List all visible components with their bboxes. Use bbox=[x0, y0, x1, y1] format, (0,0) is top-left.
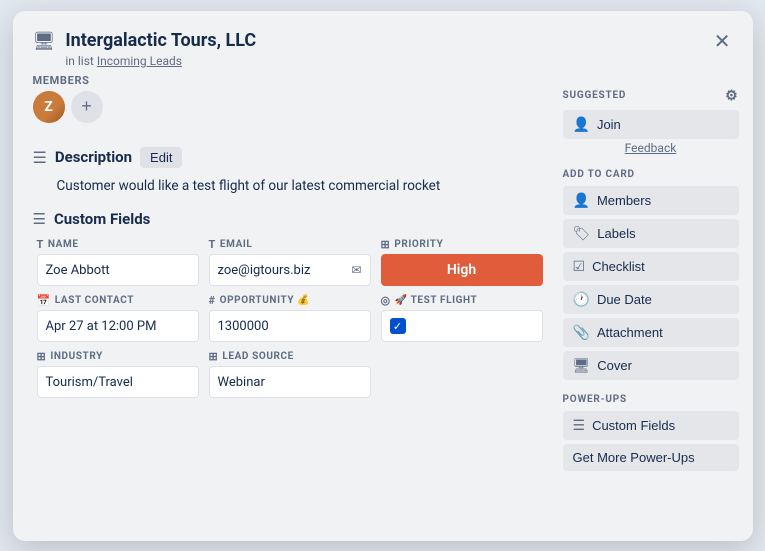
join-icon: 👤 bbox=[573, 116, 590, 133]
card-icon: 🖥 bbox=[33, 31, 56, 52]
card-modal: 🖥 Intergalactic Tours, LLC in list Incom… bbox=[13, 11, 753, 541]
cf-industry-value[interactable]: Tourism/Travel bbox=[37, 366, 199, 398]
members-button[interactable]: 👤 Members bbox=[563, 186, 739, 215]
cf-last-contact-label: 📅 LAST CONTACT bbox=[37, 294, 199, 307]
cf-industry-field: ⊞ INDUSTRY Tourism/Travel bbox=[37, 350, 199, 398]
custom-fields-power-up-button[interactable]: ☰ Custom Fields bbox=[563, 411, 739, 440]
cf-opportunity-icon: # bbox=[209, 294, 216, 307]
due-date-button[interactable]: 🕐 Due Date bbox=[563, 285, 739, 314]
labels-button[interactable]: 🏷 Labels bbox=[563, 219, 739, 248]
cf-test-flight-label: ◎ 🚀 TEST FLIGHT bbox=[381, 294, 543, 307]
cf-last-contact-value[interactable]: Apr 27 at 12:00 PM bbox=[37, 310, 199, 342]
edit-description-button[interactable]: Edit bbox=[140, 147, 182, 168]
checklist-button[interactable]: ☑ Checklist bbox=[563, 252, 739, 281]
cf-email-label: T EMAIL bbox=[209, 238, 371, 251]
cf-priority-field: ⊞ PRIORITY High bbox=[381, 238, 543, 286]
add-member-button[interactable]: + bbox=[71, 91, 103, 123]
members-list: Z + bbox=[33, 91, 543, 137]
add-to-card-label: ADD TO CARD bbox=[563, 169, 739, 180]
cf-lead-source-field: ⊞ LEAD SOURCE Webinar bbox=[209, 350, 371, 398]
custom-fields-section: ☰ Custom Fields T NAME Zoe Abbott bbox=[33, 210, 543, 398]
cf-email-field: T EMAIL zoe@igtours.biz ✉ bbox=[209, 238, 371, 286]
modal-header: 🖥 Intergalactic Tours, LLC in list Incom… bbox=[13, 11, 753, 74]
cf-lead-source-icon: ⊞ bbox=[209, 350, 219, 363]
description-icon: ☰ bbox=[33, 148, 47, 167]
join-button[interactable]: 👤 Join bbox=[563, 110, 739, 139]
labels-icon: 🏷 bbox=[573, 225, 591, 242]
cf-opportunity-field: # OPPORTUNITY 💰 1300000 bbox=[209, 294, 371, 342]
cf-priority-label: ⊞ PRIORITY bbox=[381, 238, 543, 251]
sidebar: SUGGESTED ⚙ 👤 Join Feedback ADD TO CARD … bbox=[563, 74, 753, 541]
attachment-button[interactable]: 📎 Attachment bbox=[563, 318, 739, 347]
cf-last-contact-icon: 📅 bbox=[37, 294, 51, 307]
cf-test-flight-field: ◎ 🚀 TEST FLIGHT ✓ bbox=[381, 294, 543, 342]
cf-grid: T NAME Zoe Abbott T EMAIL zoe@igtours.bi… bbox=[33, 238, 543, 398]
description-section: ☰ Description Edit Customer would like a… bbox=[33, 147, 543, 196]
desc-header: ☰ Description Edit bbox=[33, 147, 543, 168]
description-text: Customer would like a test flight of our… bbox=[33, 176, 543, 196]
in-list-text: in list Incoming Leads bbox=[65, 54, 732, 68]
suggested-label: SUGGESTED ⚙ bbox=[563, 88, 739, 104]
cf-name-label: T NAME bbox=[37, 238, 199, 251]
checkbox-checked-icon: ✓ bbox=[390, 318, 406, 334]
due-date-icon: 🕐 bbox=[573, 291, 590, 308]
get-more-power-ups-button[interactable]: Get More Power-Ups bbox=[563, 444, 739, 471]
cover-icon: 🖥 bbox=[573, 357, 591, 374]
cf-lead-source-value[interactable]: Webinar bbox=[209, 366, 371, 398]
description-title: Description bbox=[55, 148, 132, 166]
cf-priority-value[interactable]: High bbox=[381, 254, 543, 286]
title-block: Intergalactic Tours, LLC in list Incomin… bbox=[65, 29, 732, 68]
cf-name-field: T NAME Zoe Abbott bbox=[37, 238, 199, 286]
custom-fields-icon: ☰ bbox=[33, 210, 46, 228]
cf-lead-source-label: ⊞ LEAD SOURCE bbox=[209, 350, 371, 363]
cf-last-contact-field: 📅 LAST CONTACT Apr 27 at 12:00 PM bbox=[37, 294, 199, 342]
cf-email-icon: T bbox=[209, 238, 216, 251]
checklist-icon: ☑ bbox=[573, 258, 586, 275]
cover-button[interactable]: 🖥 Cover bbox=[563, 351, 739, 380]
feedback-link[interactable]: Feedback bbox=[563, 141, 739, 155]
custom-fields-title: Custom Fields bbox=[54, 210, 150, 228]
cf-test-flight-value[interactable]: ✓ bbox=[381, 310, 543, 342]
avatar-face: Z bbox=[33, 91, 65, 123]
avatar[interactable]: Z bbox=[33, 91, 65, 123]
power-ups-label: POWER-UPS bbox=[563, 394, 739, 405]
cf-opportunity-value[interactable]: 1300000 bbox=[209, 310, 371, 342]
cf-header: ☰ Custom Fields bbox=[33, 210, 543, 228]
cf-priority-icon: ⊞ bbox=[381, 238, 391, 251]
cf-industry-icon: ⊞ bbox=[37, 350, 47, 363]
cf-industry-label: ⊞ INDUSTRY bbox=[37, 350, 199, 363]
modal-body: MEMBERS Z + ☰ Description Edit Customer … bbox=[13, 74, 753, 541]
cf-email-value[interactable]: zoe@igtours.biz ✉ bbox=[209, 254, 371, 286]
list-link[interactable]: Incoming Leads bbox=[97, 54, 182, 68]
card-title: Intergalactic Tours, LLC bbox=[65, 29, 732, 52]
members-label: MEMBERS bbox=[33, 74, 543, 87]
gear-icon[interactable]: ⚙ bbox=[725, 88, 738, 104]
cf-name-icon: T bbox=[37, 238, 44, 251]
main-column: MEMBERS Z + ☰ Description Edit Customer … bbox=[13, 74, 563, 541]
cf-opportunity-label: # OPPORTUNITY 💰 bbox=[209, 294, 371, 307]
cf-name-value[interactable]: Zoe Abbott bbox=[37, 254, 199, 286]
members-section: MEMBERS Z + bbox=[33, 74, 543, 147]
custom-fields-power-up-icon: ☰ bbox=[573, 417, 586, 434]
attachment-icon: 📎 bbox=[573, 324, 590, 341]
cf-test-flight-icon: ◎ bbox=[381, 294, 391, 307]
close-button[interactable]: ✕ bbox=[706, 25, 739, 58]
members-icon: 👤 bbox=[573, 192, 590, 209]
email-envelope-icon: ✉ bbox=[351, 263, 361, 277]
